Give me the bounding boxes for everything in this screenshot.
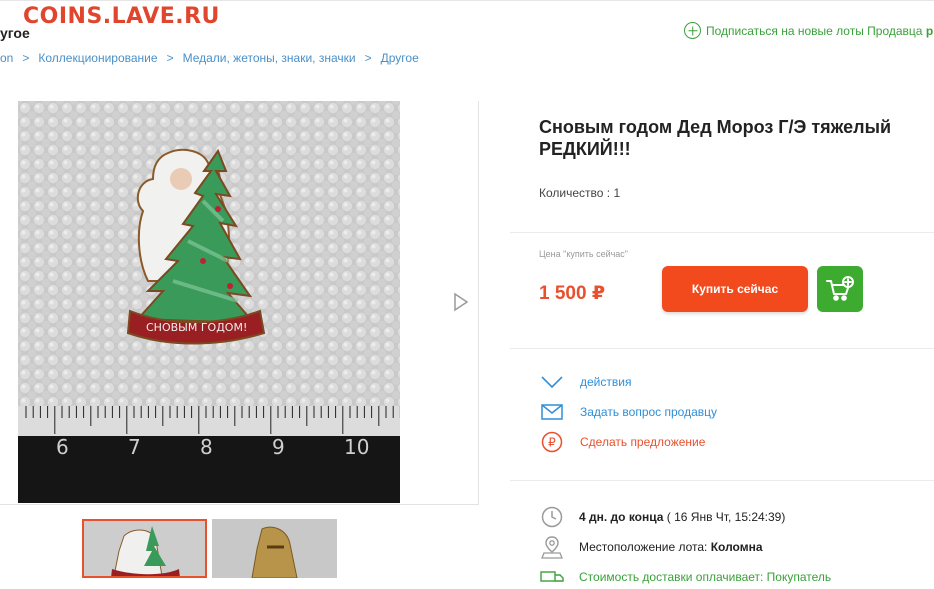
breadcrumb-separator: > (166, 51, 174, 65)
subscribe-text-tail: р (925, 23, 934, 38)
ask-seller-link[interactable]: Задать вопрос продавцу (540, 402, 717, 422)
actions-label: действия (580, 375, 632, 389)
buy-now-button[interactable]: Купить сейчас (662, 266, 808, 312)
clock-icon (540, 505, 564, 529)
breadcrumb-item-collecting[interactable]: Коллекционирование (38, 51, 157, 65)
gallery-border-right (478, 101, 479, 504)
lot-main-photo[interactable]: 6 7 8 9 10 СНОВЫМ ГОДОМ! (18, 101, 400, 503)
photo-thumbnail-2[interactable] (212, 519, 337, 578)
location-value: Коломна (710, 540, 763, 554)
breadcrumb-separator: > (364, 51, 372, 65)
ruble-circle-icon: ₽ (540, 431, 564, 453)
lot-title-line-2: РЕДКИЙ!!! (539, 139, 631, 159)
subscribe-label: Подписаться на новые лоты Продавца р (706, 24, 933, 38)
quantity-text: Количество : 1 (539, 186, 621, 200)
badge-photo-image: 6 7 8 9 10 СНОВЫМ ГОДОМ! (18, 101, 400, 503)
divider (510, 348, 934, 349)
divider (510, 232, 934, 233)
ruler-number: 8 (200, 435, 213, 459)
subscribe-seller-link[interactable]: Подписаться на новые лоты Продавца р (684, 22, 933, 39)
make-offer-link[interactable]: ₽ Сделать предложение (540, 431, 706, 453)
watermark: COINS.LAVE.RU (23, 4, 220, 29)
ruler-number: 10 (344, 435, 369, 459)
ruler-number: 6 (56, 435, 69, 459)
breadcrumb-separator: > (22, 51, 30, 65)
plus-circle-icon (684, 22, 701, 39)
top-border (0, 0, 934, 1)
truck-icon (540, 565, 564, 589)
chevron-down-icon (540, 372, 564, 392)
cart-plus-icon (826, 276, 854, 301)
end-datetime: ( 16 Янв Чт, 15:24:39) (666, 510, 786, 524)
make-offer-label: Сделать предложение (580, 435, 706, 449)
location-label: Местоположение лота: (579, 540, 708, 554)
breadcrumb-item-medals[interactable]: Медали, жетоны, знаки, значки (183, 51, 356, 65)
location-row: Местоположение лота: Коломна (540, 535, 763, 559)
price-caption: Цена "купить сейчас" (539, 249, 629, 259)
photo-thumbnail-1[interactable] (82, 519, 207, 578)
expand-fullscreen-icon[interactable] (427, 117, 461, 151)
add-to-cart-button[interactable] (817, 266, 863, 312)
subscribe-text: Подписаться на новые лоты Продавца (706, 23, 923, 38)
badge-ribbon-text: СНОВЫМ ГОДОМ! (146, 321, 247, 334)
gallery-border-bottom (0, 504, 479, 505)
location-pin-icon (540, 535, 564, 559)
lot-title: Сновым годом Дед Мороз Г/Э тяжелый РЕДКИ… (539, 116, 934, 160)
divider (510, 480, 934, 481)
ruler-number: 9 (272, 435, 285, 459)
time-left-row: 4 дн. до конца ( 16 Янв Чт, 15:24:39) (540, 505, 785, 529)
category-title: угое (0, 25, 30, 41)
shipping-text: Стоимость доставки оплачивает: Покупател… (579, 570, 832, 584)
envelope-icon (540, 402, 564, 422)
shipping-row: Стоимость доставки оплачивает: Покупател… (540, 565, 831, 589)
svg-text:₽: ₽ (548, 436, 556, 450)
ruler-number: 7 (128, 435, 141, 459)
time-left-value: 4 дн. до конца (579, 510, 664, 524)
breadcrumb-item-home[interactable]: on (0, 51, 13, 65)
breadcrumb: on > Коллекционирование > Медали, жетоны… (0, 51, 419, 65)
price-value: 1 500 ₽ (539, 283, 606, 304)
breadcrumb-item-other[interactable]: Другое (381, 51, 419, 65)
next-photo-arrow-icon[interactable] (452, 292, 470, 312)
ask-seller-label: Задать вопрос продавцу (580, 405, 718, 419)
lot-title-line-1: Сновым годом Дед Мороз Г/Э тяжелый (539, 117, 892, 137)
actions-dropdown[interactable]: действия (540, 372, 631, 392)
